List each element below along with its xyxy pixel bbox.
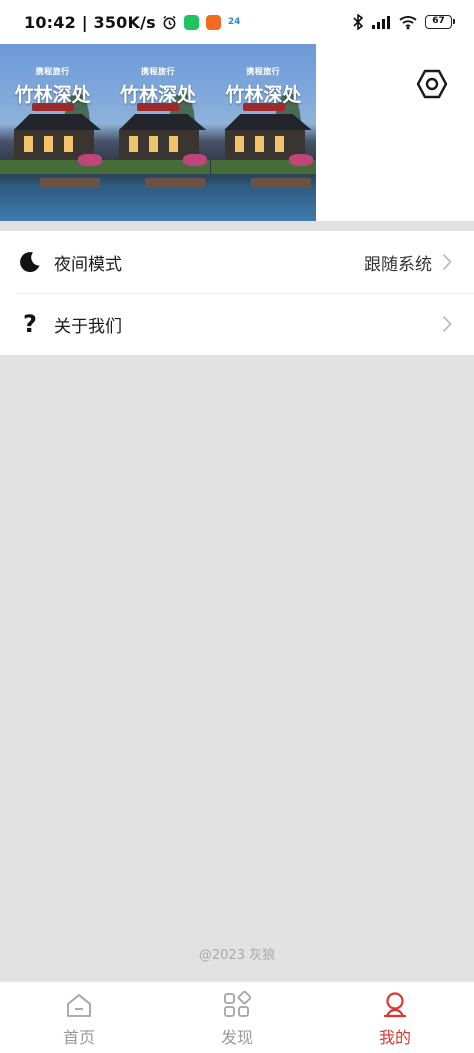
discover-icon	[222, 990, 252, 1020]
banner-tile: 携程旅行 竹林深处	[105, 44, 211, 221]
battery-icon: 67	[425, 15, 455, 29]
system-icons: 67	[352, 14, 455, 30]
question-icon: ?	[23, 310, 37, 338]
video-app-icon	[205, 14, 221, 30]
wechat-icon	[183, 14, 199, 30]
copyright-text: @2023 灰狼	[198, 948, 276, 963]
tab-profile[interactable]: 我的	[316, 982, 474, 1053]
alarm-icon	[163, 15, 176, 29]
banner-brand: 携程旅行	[35, 67, 70, 76]
home-icon	[64, 990, 94, 1020]
notification-icons: 24	[162, 14, 241, 30]
banner-brand: 携程旅行	[246, 67, 281, 76]
tab-discover[interactable]: 发现	[158, 982, 316, 1053]
profile-icon	[380, 990, 410, 1020]
bottom-tab-bar: 首页 发现 我的	[0, 981, 474, 1053]
profile-header: 携程旅行 竹林深处 携程旅行 竹林深处 携程旅行 竹林深处	[0, 44, 474, 221]
bluetooth-icon	[353, 14, 364, 30]
menu-item-label: 关于我们	[54, 316, 122, 337]
banner-tile: 携程旅行 竹林深处	[210, 44, 316, 221]
wifi-icon	[399, 16, 417, 30]
menu-item-night-mode[interactable]: 夜间模式 跟随系统	[0, 231, 474, 293]
moon-icon	[18, 250, 42, 274]
profile-page: 10:42 | 350K/s 24 67 携程旅行 竹林深处 携程旅行 竹林深处…	[0, 0, 474, 1053]
settings-button[interactable]	[414, 66, 450, 102]
banner-brand: 携程旅行	[140, 67, 175, 76]
settings-icon	[416, 69, 448, 99]
signal-icon	[372, 16, 390, 29]
tab-label: 我的	[378, 1028, 411, 1047]
banner-image[interactable]: 携程旅行 竹林深处 携程旅行 竹林深处 携程旅行 竹林深处	[0, 44, 316, 221]
calendar-icon: 24	[227, 16, 241, 27]
banner-tile: 携程旅行 竹林深处	[0, 44, 106, 221]
status-time: 10:42 | 350K/s	[24, 12, 156, 32]
night-mode-value: 跟随系统	[364, 254, 432, 275]
menu-item-label: 夜间模式	[54, 254, 122, 275]
status-bar: 10:42 | 350K/s 24 67	[0, 0, 474, 44]
settings-menu: 夜间模式 跟随系统 ? 关于我们	[0, 231, 474, 355]
tab-label: 首页	[62, 1028, 95, 1047]
menu-item-about-us[interactable]: ? 关于我们	[0, 293, 474, 355]
tab-home[interactable]: 首页	[0, 982, 158, 1053]
chevron-right-icon	[442, 315, 458, 333]
tab-label: 发现	[220, 1028, 253, 1047]
chevron-right-icon	[442, 253, 458, 271]
